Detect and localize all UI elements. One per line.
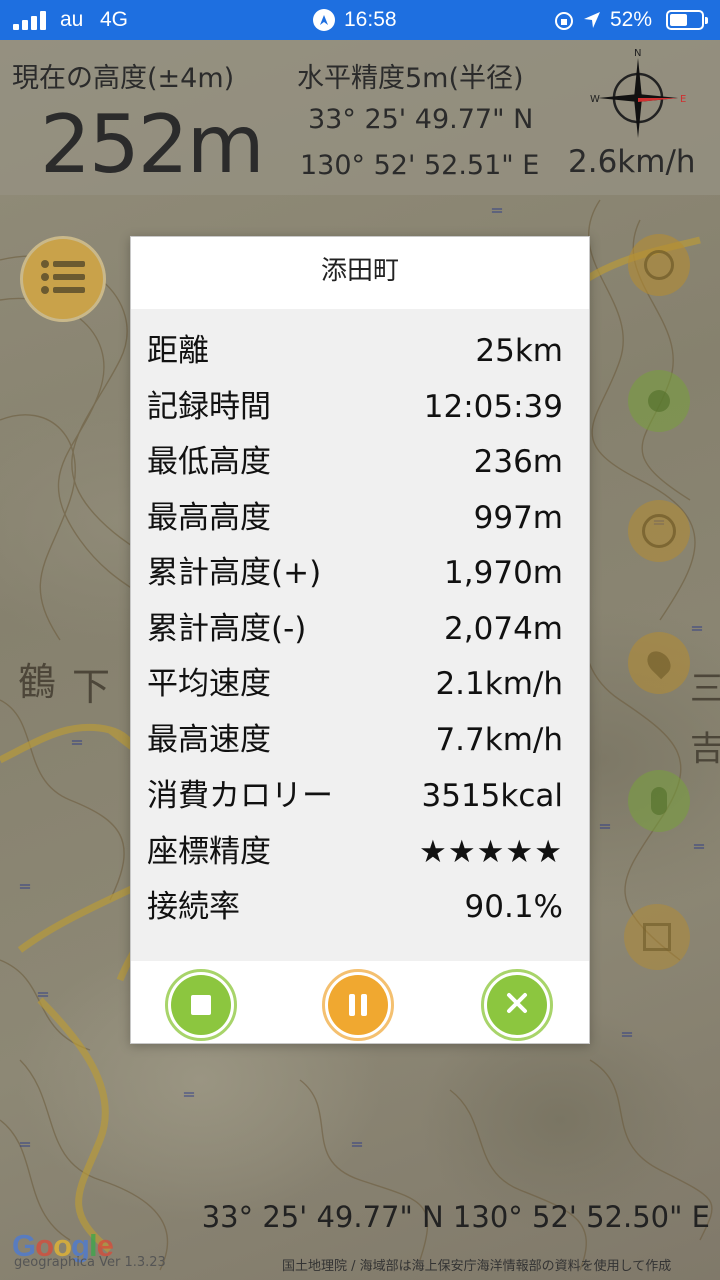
stat-label: 平均速度 [147,666,271,702]
stat-label: 座標精度 [147,834,271,870]
pause-icon [349,994,367,1016]
svg-text:＝: ＝ [350,1138,364,1154]
app-version: geographica Ver 1.3.23 [14,1255,166,1270]
svg-text:＝: ＝ [70,736,84,752]
stat-label: 記録時間 [147,389,271,425]
svg-text:＝: ＝ [598,820,612,836]
svg-text:＝: ＝ [182,1088,196,1104]
compass-icon: N W E [588,48,688,140]
stat-value: 90.1% [464,889,563,925]
latitude: 33° 25' 49.77" N [308,104,534,135]
stat-value: 2.1km/h [435,666,563,702]
stat-value: 2,074m [444,611,563,647]
close-button[interactable] [481,969,553,1041]
menu-icon [40,259,86,299]
stat-value: 7.7km/h [435,722,563,758]
stat-label: 累計高度(-) [147,611,307,647]
stat-row-max-speed: 最高速度 7.7km/h [147,712,563,768]
svg-text:＝: ＝ [490,204,504,220]
stat-value: 12:05:39 [423,389,563,425]
stat-label: 累計高度(+) [147,555,322,591]
stat-row-calories: 消費カロリー 3515kcal [147,768,563,824]
stat-value: 236m [473,444,563,480]
stat-row-distance: 距離 25km [147,323,563,379]
stat-value: 3515kcal [421,778,564,814]
stat-label: 消費カロリー [147,778,333,814]
stop-icon [191,995,211,1015]
svg-text:＝: ＝ [620,1028,634,1044]
altitude-value: 252m [40,98,265,191]
location-services-icon [582,10,602,36]
svg-text:＝: ＝ [18,880,32,896]
carrier-name: au [60,8,84,31]
longitude: 130° 52' 52.51" E [300,150,540,181]
stat-row-min-altitude: 最低高度 236m [147,434,563,490]
layers-icon [644,250,674,280]
close-icon [505,991,529,1019]
signal-icon [13,10,47,30]
center-coordinates: 33° 25' 49.77" N 130° 52' 52.50" E [201,1200,710,1234]
svg-text:鶴: 鶴 [18,660,56,704]
pause-button[interactable] [322,969,394,1041]
status-bar: au 4G 16:58 52% [0,0,720,40]
stat-value: 997m [473,500,563,536]
stat-label: 接続率 [147,889,240,925]
stat-row-max-altitude: 最高高度 997m [147,490,563,546]
add-pin-button[interactable] [628,632,690,694]
layers-button[interactable] [628,234,690,296]
track-summary-dialog: 添田町 距離 25km 記録時間 12:05:39 最低高度 236m 最高高度… [130,236,590,1044]
svg-text:W: W [590,94,600,105]
battery-percent: 52% [610,8,653,31]
stat-label: 最低高度 [147,444,271,480]
stat-value: 1,970m [444,555,563,591]
svg-text:三: 三 [690,669,720,709]
stat-row-record-time: 記録時間 12:05:39 [147,379,563,435]
stat-label: 距離 [147,333,209,369]
accuracy-label: 水平精度5m(半径) [297,63,524,94]
map-attribution: 国土地理院 / 海域部は海上保安庁海洋情報部の資料を使用して作成 [282,1259,672,1274]
altitude-label: 現在の高度(±4m) [12,63,235,94]
target-icon [642,514,676,548]
svg-text:＝: ＝ [692,840,706,856]
stat-label: 最高高度 [147,500,271,536]
svg-text:＝: ＝ [36,988,50,1004]
location-arrow-icon [313,9,335,31]
svg-text:下: 下 [72,665,110,709]
network-type: 4G [100,8,129,31]
stat-row-avg-speed: 平均速度 2.1km/h [147,656,563,712]
stat-row-accuracy: 座標精度 ★★★★★ [147,824,563,880]
svg-text:＝: ＝ [690,622,704,638]
route-button[interactable] [624,904,690,970]
stat-value: ★★★★★ [419,834,563,870]
record-button[interactable] [628,370,690,432]
stat-label: 最高速度 [147,722,271,758]
current-location-button[interactable] [628,500,690,562]
orientation-lock-icon [553,10,575,38]
stat-row-descent: 累計高度(-) 2,074m [147,601,563,657]
dialog-controls [131,961,589,1043]
stat-row-connection-rate: 接続率 90.1% [147,879,563,935]
route-icon [643,923,671,951]
speed: 2.6km/h [568,144,696,180]
dialog-title: 添田町 [131,237,589,309]
record-icon [648,390,670,412]
track-button[interactable] [628,770,690,832]
stat-value: 25km [475,333,563,369]
stop-button[interactable] [165,969,237,1041]
location-info-panel: 現在の高度(±4m) 252m 水平精度5m(半径) 33° 25' 49.77… [0,40,720,195]
clock: 16:58 [344,8,397,31]
svg-text:＝: ＝ [18,1138,32,1154]
pin-icon [642,646,676,680]
stat-row-ascent: 累計高度(+) 1,970m [147,545,563,601]
footprint-icon [651,787,667,815]
svg-text:吉: 吉 [690,729,720,769]
svg-text:E: E [680,94,686,105]
svg-text:N: N [634,48,641,59]
menu-button[interactable] [20,236,106,322]
battery-icon [666,10,708,30]
